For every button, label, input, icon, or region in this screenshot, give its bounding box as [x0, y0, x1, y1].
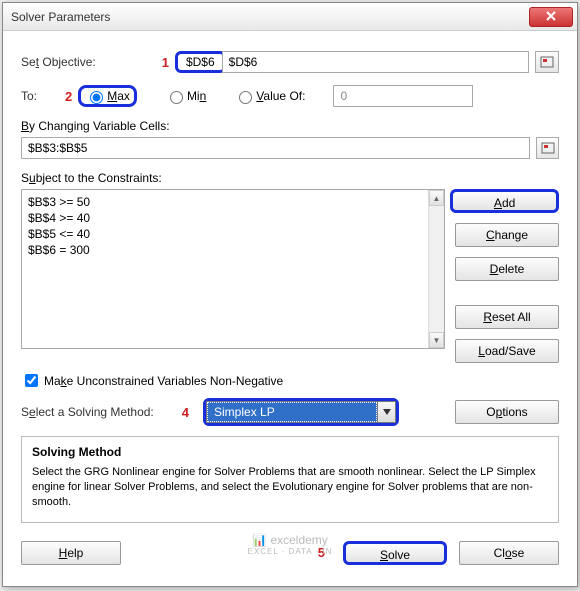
help-button[interactable]: Help	[21, 541, 121, 565]
ref-select-icon-2[interactable]	[536, 137, 559, 159]
constraint-buttons: 3 Add Change Delete Reset All Load/Save	[455, 189, 559, 363]
annotation-5: 5	[318, 545, 325, 560]
to-label: To:	[21, 89, 37, 103]
list-item[interactable]: $B$6 = 300	[28, 242, 438, 258]
objective-input[interactable]	[222, 51, 529, 73]
objective-highlight: $D$6	[175, 51, 226, 73]
radio-valueof[interactable]: Value Of:	[234, 88, 305, 104]
to-row: To: 2 Max Min Value Of:	[21, 85, 559, 107]
method-select[interactable]: Simplex LP	[206, 401, 396, 423]
list-item[interactable]: $B$5 <= 40	[28, 226, 438, 242]
objective-value-text: $D$6	[182, 53, 219, 71]
annotation-4: 4	[182, 405, 189, 420]
constraints-list[interactable]: $B$3 >= 50 $B$4 >= 40 $B$5 <= 40 $B$6 = …	[21, 189, 445, 349]
radio-max[interactable]: Max	[78, 85, 137, 107]
list-item[interactable]: $B$4 >= 40	[28, 210, 438, 226]
desc-text: Select the GRG Nonlinear engine for Solv…	[32, 465, 548, 510]
method-label: Select a Solving Method:	[21, 405, 154, 419]
reset-button[interactable]: Reset All	[455, 305, 559, 329]
constraints-area: $B$3 >= 50 $B$4 >= 40 $B$5 <= 40 $B$6 = …	[21, 189, 559, 363]
close-icon[interactable]	[529, 7, 573, 27]
dialog-title: Solver Parameters	[11, 10, 529, 24]
scroll-up-icon[interactable]: ▲	[429, 190, 444, 206]
method-description: Solving Method Select the GRG Nonlinear …	[21, 436, 559, 523]
bottom-row: Help 5 Solve Close	[21, 541, 559, 565]
solve-button[interactable]: Solve	[343, 541, 447, 565]
nonneg-row: Make Unconstrained Variables Non-Negativ…	[21, 371, 559, 390]
load-save-button[interactable]: Load/Save	[455, 339, 559, 363]
radio-max-input[interactable]	[90, 91, 103, 104]
nonneg-label: Make Unconstrained Variables Non-Negativ…	[44, 374, 283, 388]
scrollbar[interactable]: ▲ ▼	[428, 190, 444, 348]
ref-select-icon[interactable]	[535, 51, 559, 73]
changing-label: By Changing Variable Cells:	[21, 119, 559, 133]
valueof-input[interactable]	[333, 85, 473, 107]
changing-cells-input[interactable]	[21, 137, 530, 159]
objective-row: Set Objective: 1 $D$6	[21, 51, 559, 73]
changing-row	[21, 137, 559, 159]
annotation-1: 1	[162, 55, 169, 70]
add-button[interactable]: Add	[450, 189, 559, 213]
list-item[interactable]: $B$3 >= 50	[28, 194, 438, 210]
change-button[interactable]: Change	[455, 223, 559, 247]
nonneg-checkbox[interactable]	[25, 374, 38, 387]
radio-min-input[interactable]	[170, 91, 183, 104]
method-select-highlight: Simplex LP	[203, 398, 399, 426]
scroll-down-icon[interactable]: ▼	[429, 332, 444, 348]
chevron-down-icon[interactable]	[377, 402, 395, 422]
objective-label: Set Objective:	[21, 55, 96, 69]
options-button[interactable]: Options	[455, 400, 559, 424]
method-row: Select a Solving Method: 4 Simplex LP Op…	[21, 398, 559, 426]
delete-button[interactable]: Delete	[455, 257, 559, 281]
method-selected-text: Simplex LP	[207, 402, 377, 422]
solver-dialog: Solver Parameters Set Objective: 1 $D$6 …	[2, 2, 578, 587]
annotation-2: 2	[65, 89, 72, 104]
desc-title: Solving Method	[32, 445, 548, 459]
close-button[interactable]: Close	[459, 541, 559, 565]
titlebar: Solver Parameters	[3, 3, 577, 31]
radio-valueof-input[interactable]	[239, 91, 252, 104]
constraints-label: Subject to the Constraints:	[21, 171, 559, 185]
dialog-content: Set Objective: 1 $D$6 To: 2 Max Min	[3, 31, 577, 577]
radio-min[interactable]: Min	[165, 88, 206, 104]
